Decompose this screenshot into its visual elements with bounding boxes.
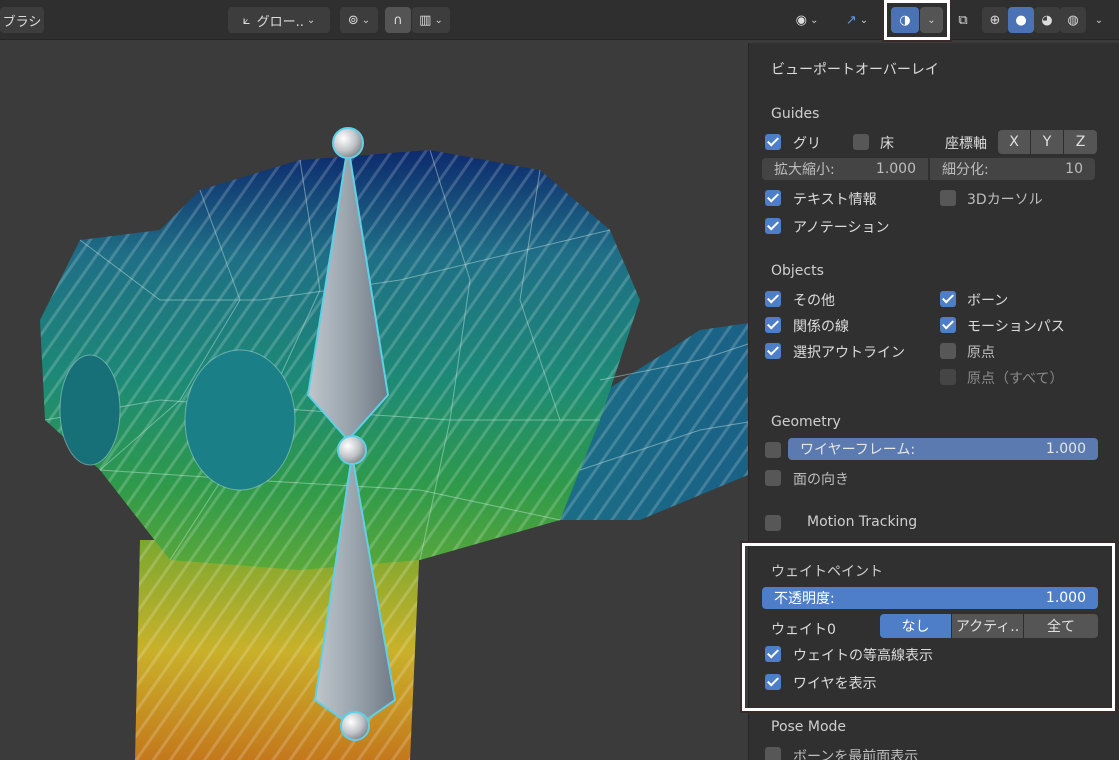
- viewport-overlays-popover: ビューポートオーバーレイ Guides グリ 床 座標軸 X Y Z 拡大縮小:…: [740, 43, 1119, 760]
- annotations-label: アノテーション: [793, 220, 890, 236]
- bone-in-front-label: ボーンを最前面表示: [793, 749, 919, 760]
- overlays-toggle[interactable]: ◑: [891, 7, 919, 33]
- extras-label: その他: [793, 293, 835, 309]
- chevron-down-icon: ⌄: [306, 14, 316, 26]
- weight-contours-label: ウェイトの等高線表示: [793, 648, 933, 664]
- scale-value: 1.000: [875, 161, 916, 177]
- viewport-header: ブラシ ⟀ グロー.. ⌄ ⊚ ⌄ ∩ ▥ ⌄ ◉ ⌄ ↗ ⌄ ◑ ⌄ ⧉ ⊕ …: [0, 0, 1119, 42]
- motion-paths-checkbox[interactable]: [940, 317, 956, 333]
- annotations-checkbox[interactable]: [765, 218, 781, 234]
- face-orientation-checkbox[interactable]: [765, 470, 781, 486]
- origins-all-label: 原点（すべて）: [967, 371, 1064, 387]
- motion-tracking-label: Motion Tracking: [807, 514, 918, 530]
- pose-mode-heading: Pose Mode: [771, 719, 847, 735]
- relationship-lines-checkbox[interactable]: [765, 317, 781, 333]
- extras-checkbox[interactable]: [765, 291, 781, 307]
- opacity-label: 不透明度:: [774, 591, 835, 607]
- rendered-sphere-icon: ◍: [1067, 12, 1079, 28]
- weight-paint-heading: ウェイトペイント: [771, 564, 883, 580]
- wireframe-threshold-slider[interactable]: ワイヤーフレーム: 1.000: [788, 438, 1098, 460]
- motion-paths-label: モーションパス: [967, 319, 1065, 335]
- show-wire-checkbox[interactable]: [765, 674, 781, 690]
- panel-title: ビューポートオーバーレイ: [771, 62, 939, 78]
- eye-icon: ◉: [795, 12, 807, 28]
- axis-y-toggle[interactable]: Y: [1031, 130, 1064, 154]
- weight-contours-checkbox[interactable]: [765, 646, 781, 662]
- scale-label: 拡大縮小:: [774, 162, 835, 178]
- pivot-point-dropdown[interactable]: ⊚ ⌄: [340, 7, 378, 33]
- face-orientation-label: 面の向き: [793, 472, 849, 488]
- opacity-value: 1.000: [1045, 590, 1086, 606]
- wireframe-value: 1.000: [1045, 441, 1086, 457]
- origins-label: 原点: [967, 345, 995, 361]
- chevron-down-icon: ⌄: [809, 14, 819, 26]
- zero-weights-none[interactable]: なし: [880, 614, 952, 638]
- relationship-lines-label: 関係の線: [793, 319, 849, 335]
- shading-solid-button[interactable]: ●: [1008, 7, 1034, 33]
- xray-icon: ⧉: [958, 12, 968, 28]
- outline-selected-label: 選択アウトライン: [793, 345, 905, 361]
- overlays-icon: ◑: [899, 12, 911, 28]
- subdiv-label: 細分化:: [942, 162, 989, 178]
- brush-menu[interactable]: ブラシ: [0, 7, 44, 33]
- text-info-label: テキスト情報: [793, 192, 877, 208]
- gizmo-icon: ↗: [845, 12, 857, 28]
- origins-checkbox[interactable]: [940, 343, 956, 359]
- magnet-icon: ∩: [393, 12, 403, 28]
- outline-selected-checkbox[interactable]: [765, 343, 781, 359]
- orientation-label: グロー..: [256, 14, 304, 30]
- grid-label: グリ: [793, 136, 821, 152]
- shading-rendered-button[interactable]: ◍: [1060, 7, 1086, 33]
- brush-label: ブラシ: [2, 14, 42, 30]
- bones-label: ボーン: [967, 293, 1009, 309]
- chevron-down-icon: ⌄: [434, 14, 443, 26]
- shading-dropdown[interactable]: ⌄: [1088, 7, 1110, 33]
- 3d-cursor-checkbox[interactable]: [940, 190, 956, 206]
- orientation-icon: ⟀: [242, 12, 251, 28]
- show-wire-label: ワイヤを表示: [793, 676, 877, 692]
- grid-scale-field[interactable]: 拡大縮小: 1.000: [762, 158, 928, 180]
- xray-toggle[interactable]: ⧉: [950, 7, 976, 33]
- chevron-down-icon: ⌄: [927, 14, 936, 26]
- chevron-down-icon: ⌄: [361, 14, 371, 26]
- zero-weights-all[interactable]: 全て: [1024, 614, 1098, 638]
- axis-x-toggle[interactable]: X: [998, 130, 1031, 154]
- snap-target-dropdown[interactable]: ▥ ⌄: [412, 7, 450, 33]
- snap-grid-icon: ▥: [419, 12, 432, 28]
- chevron-down-icon: ⌄: [1094, 14, 1104, 26]
- 3d-cursor-label: 3Dカーソル: [967, 192, 1043, 208]
- wireframe-sphere-icon: ⊕: [989, 12, 1001, 28]
- transform-orientation-dropdown[interactable]: ⟀ グロー.. ⌄: [228, 7, 330, 33]
- subdiv-value: 10: [1065, 161, 1083, 177]
- wireframe-label: ワイヤーフレーム:: [800, 442, 916, 458]
- text-info-checkbox[interactable]: [765, 190, 781, 206]
- axes-label: 座標軸: [945, 136, 987, 152]
- solid-sphere-icon: ●: [1015, 12, 1027, 28]
- chevron-down-icon: ⌄: [859, 14, 869, 26]
- origins-all-checkbox[interactable]: [940, 369, 956, 385]
- visibility-dropdown[interactable]: ◉ ⌄: [786, 7, 828, 33]
- floor-checkbox[interactable]: [853, 134, 869, 150]
- geometry-heading: Geometry: [771, 414, 841, 430]
- bones-checkbox[interactable]: [940, 291, 956, 307]
- grid-subdivisions-field[interactable]: 細分化: 10: [930, 158, 1095, 180]
- material-sphere-icon: ◕: [1041, 12, 1053, 28]
- bone-in-front-checkbox[interactable]: [765, 747, 781, 760]
- axis-z-toggle[interactable]: Z: [1064, 130, 1097, 154]
- zero-weights-active[interactable]: アクティ..: [952, 614, 1024, 638]
- grid-checkbox[interactable]: [765, 134, 781, 150]
- objects-heading: Objects: [771, 263, 824, 279]
- overlays-dropdown[interactable]: ⌄: [920, 7, 943, 33]
- floor-label: 床: [880, 136, 894, 152]
- shading-wireframe-button[interactable]: ⊕: [982, 7, 1008, 33]
- weight-opacity-slider[interactable]: 不透明度: 1.000: [762, 587, 1098, 609]
- zero-weights-label: ウェイト0: [771, 622, 836, 638]
- gizmo-dropdown[interactable]: ↗ ⌄: [834, 7, 880, 33]
- motion-tracking-checkbox[interactable]: [765, 515, 781, 531]
- snap-toggle[interactable]: ∩: [385, 7, 411, 33]
- guides-heading: Guides: [771, 106, 820, 122]
- pivot-icon: ⊚: [347, 12, 359, 28]
- wireframe-checkbox[interactable]: [765, 442, 781, 458]
- shading-material-button[interactable]: ◕: [1034, 7, 1060, 33]
